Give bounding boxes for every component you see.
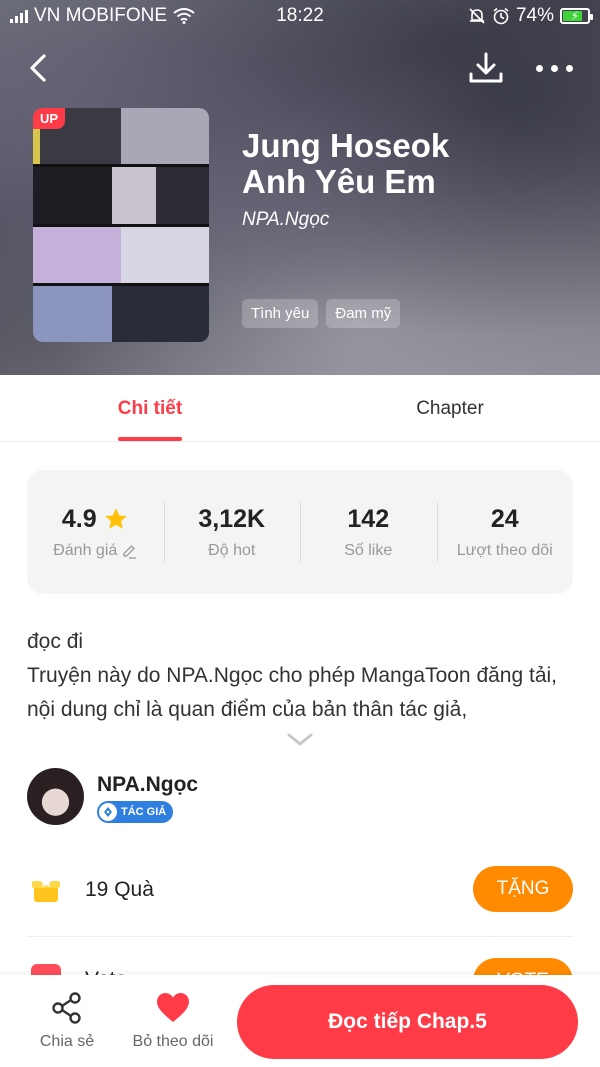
- expand-description-button[interactable]: [286, 731, 314, 749]
- gift-count: 19 Quà: [85, 878, 154, 901]
- gift-icon: [32, 876, 60, 902]
- author-badge: TÁC GIẢ: [97, 801, 174, 823]
- carrier-name: VN MOBIFONE: [34, 5, 168, 26]
- share-button[interactable]: Chia sẻ: [17, 991, 117, 1051]
- more-dots-icon: [535, 64, 543, 72]
- status-bar: VN MOBIFONE 18:22 74% ⚡: [0, 0, 600, 32]
- stat-rating[interactable]: 4.9 Đánh giá: [27, 470, 164, 594]
- unfollow-label: Bỏ theo dõi: [132, 1033, 214, 1050]
- genre-tags: Tình yêu Đam mỹ: [242, 299, 401, 328]
- tab-chapters[interactable]: Chapter: [300, 375, 600, 442]
- share-icon: [52, 992, 81, 1024]
- edit-pencil-icon: [123, 544, 137, 559]
- stat-followers: 24 Lượt theo dõi: [436, 470, 574, 594]
- tab-bar: Chi tiết Chapter: [0, 375, 600, 442]
- tag-boys-love[interactable]: Đam mỹ: [326, 299, 401, 328]
- comic-description[interactable]: đọc đi Truyện này do NPA.Ngọc cho phép M…: [27, 625, 579, 727]
- back-button[interactable]: [22, 48, 58, 88]
- download-icon: [469, 52, 503, 83]
- wifi-icon: [173, 8, 195, 24]
- chevron-left-icon: [30, 54, 46, 82]
- stat-hot: 3,12K Độ hot: [163, 470, 301, 594]
- battery-percent: 74%: [515, 5, 554, 26]
- divider: [27, 936, 573, 937]
- more-options-button[interactable]: [530, 48, 578, 88]
- star-icon: [104, 508, 127, 529]
- heart-icon: [157, 993, 189, 1022]
- stats-panel: 4.9 Đánh giá 3,12K Độ hot 142 Số like 24…: [27, 470, 573, 594]
- active-tab-indicator: [118, 437, 182, 441]
- author-row[interactable]: NPA.Ngọc TÁC GIẢ: [27, 768, 573, 828]
- author-name[interactable]: NPA.Ngọc: [97, 773, 198, 797]
- signal-icon: [10, 9, 28, 23]
- update-badge: UP: [33, 108, 66, 129]
- comic-author[interactable]: NPA.Ngọc: [242, 209, 329, 231]
- battery-icon: ⚡: [560, 8, 593, 24]
- comic-title: Jung Hoseok Anh Yêu Em: [242, 127, 450, 200]
- pen-nib-icon: [99, 803, 117, 821]
- download-button[interactable]: [466, 48, 506, 88]
- give-gift-button[interactable]: TẶNG: [473, 866, 573, 912]
- continue-reading-button[interactable]: Đọc tiếp Chap.5: [237, 985, 578, 1059]
- tab-details[interactable]: Chi tiết: [0, 375, 300, 442]
- author-avatar[interactable]: [27, 768, 84, 825]
- comic-header: VN MOBIFONE 18:22 74% ⚡ UP Jung Hoseok A…: [0, 0, 600, 375]
- mute-bell-icon: [469, 8, 485, 24]
- stat-likes: 142 Số like: [300, 470, 437, 594]
- comic-cover: UP: [33, 108, 209, 342]
- unfollow-button[interactable]: Bỏ theo dõi: [123, 991, 223, 1051]
- bottom-action-bar: Chia sẻ Bỏ theo dõi Đọc tiếp Chap.5: [0, 975, 600, 1067]
- alarm-icon: [493, 7, 509, 25]
- gift-row: 19 Quà TẶNG: [27, 866, 573, 916]
- chevron-down-icon: [287, 733, 313, 746]
- tag-romance[interactable]: Tình yêu: [242, 299, 319, 328]
- share-label: Chia sẻ: [39, 1033, 95, 1050]
